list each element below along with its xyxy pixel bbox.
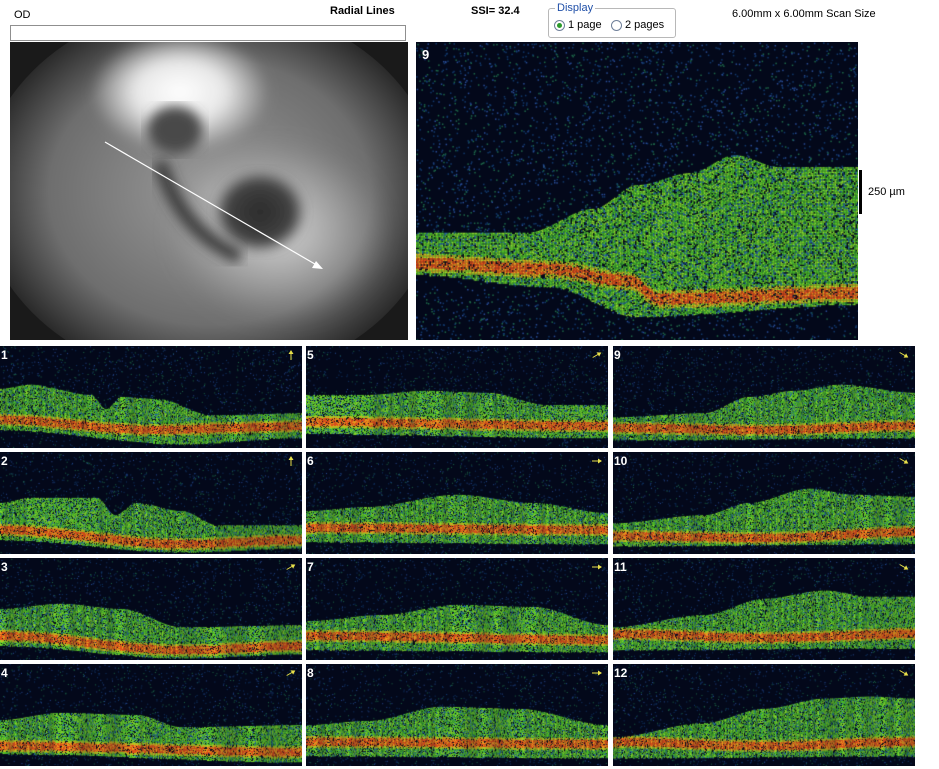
scan-tile-number: 3 [1,560,8,574]
scan-tile-number: 11 [614,560,627,574]
scan-direction-arrow-icon [897,667,911,679]
scan-tile-number: 9 [614,348,621,362]
scan-tile-canvas [0,346,302,448]
display-option-group: Display 1 page 2 pages [548,2,676,38]
display-1-page-label: 1 page [568,19,602,31]
scan-tile-number: 7 [307,560,314,574]
radio-checked-icon [554,19,565,31]
scan-tile-canvas [0,452,302,554]
scan-tile-8[interactable]: 8 [306,664,608,766]
display-legend: Display [555,2,596,14]
scan-direction-arrow-icon [590,561,604,573]
scan-tile-canvas [613,664,915,766]
scan-tile-canvas [613,558,915,660]
scan-direction-arrow-icon [284,667,298,679]
selected-bscan-image[interactable]: 9 [416,42,858,340]
scan-tile-canvas [613,346,915,448]
radio-unchecked-icon [611,19,622,31]
scan-tile-10[interactable]: 10 [613,452,915,554]
scan-tile-canvas [0,664,302,766]
display-1-page-radio[interactable]: 1 page [554,19,602,31]
scan-direction-arrow-icon [590,667,604,679]
scan-tile-number: 12 [614,666,628,680]
scan-tile-12[interactable]: 12 [613,664,915,766]
selected-scan-number: 9 [422,47,430,62]
scan-direction-arrow-icon [897,455,911,467]
eye-label: OD [14,9,31,21]
scan-tile-number: 10 [614,454,628,468]
scan-tile-number: 4 [1,666,8,680]
scan-tile-4[interactable]: 4 [0,664,302,766]
scan-tile-2[interactable]: 2 [0,452,302,554]
scan-tile-number: 6 [307,454,314,468]
scale-bar [859,170,862,214]
scan-tile-canvas [306,558,608,660]
selected-bscan-canvas [416,42,858,340]
scan-tile-canvas [0,558,302,660]
scan-size-label: 6.00mm x 6.00mm Scan Size [732,8,876,20]
scan-direction-arrow-icon [284,349,298,361]
scan-tile-5[interactable]: 5 [306,346,608,448]
fundus-image[interactable] [10,42,408,340]
scan-tile-3[interactable]: 3 [0,558,302,660]
scan-tile-canvas [306,452,608,554]
display-2-pages-radio[interactable]: 2 pages [611,19,664,31]
scan-direction-arrow-icon [284,455,298,467]
display-2-pages-label: 2 pages [625,19,665,31]
scan-tile-number: 5 [307,348,314,362]
scan-direction-arrow-icon [284,561,298,573]
fundus-status-bar [10,25,406,41]
scan-tile-9[interactable]: 9 [613,346,915,448]
scan-tile-canvas [306,346,608,448]
scan-direction-arrow-icon [590,349,604,361]
ssi-value: SSI= 32.4 [471,5,520,17]
scan-direction-arrow-icon [590,455,604,467]
scan-tile-1[interactable]: 1 [0,346,302,448]
scan-tile-canvas [613,452,915,554]
scan-tile-11[interactable]: 11 [613,558,915,660]
scan-direction-arrow-icon [897,561,911,573]
scan-tile-6[interactable]: 6 [306,452,608,554]
scan-tile-canvas [306,664,608,766]
scan-tile-7[interactable]: 7 [306,558,608,660]
scan-type-title: Radial Lines [330,5,395,17]
scale-bar-label: 250 µm [868,186,905,198]
scan-tile-number: 2 [1,454,8,468]
scan-direction-arrow-icon [897,349,911,361]
scan-tile-number: 1 [1,348,8,362]
scan-tile-number: 8 [307,666,314,680]
